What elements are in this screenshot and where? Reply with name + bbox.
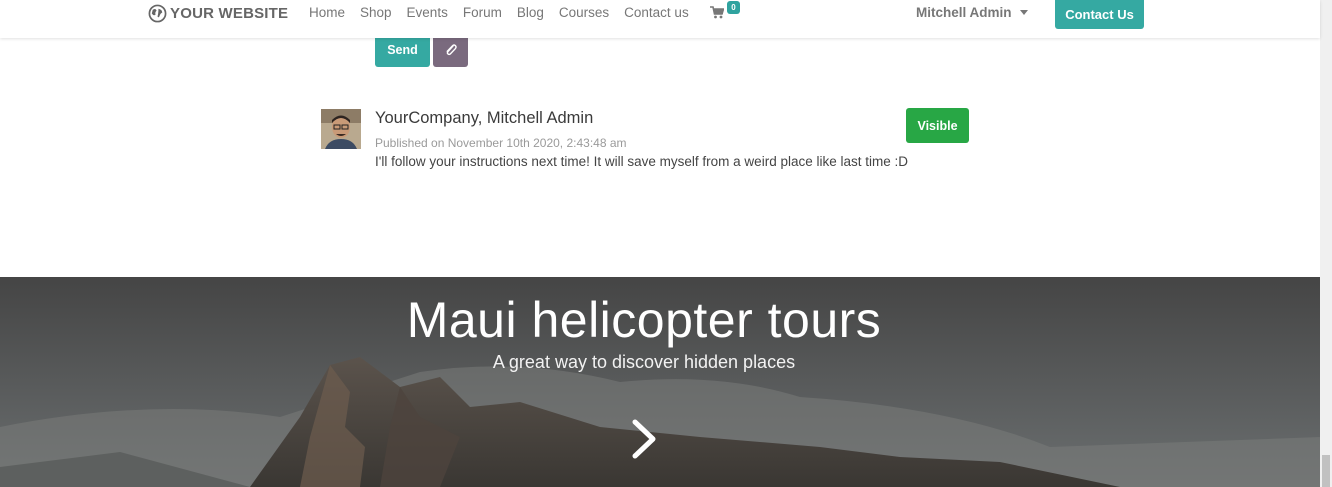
author-avatar [321,109,361,149]
visibility-toggle-button[interactable]: Visible [906,108,969,143]
page: YOUR WEBSITE Home Shop Events Forum Blog… [0,0,1332,487]
brand-logo[interactable]: YOUR WEBSITE [148,3,288,23]
nav-shop[interactable]: Shop [360,4,392,21]
nav-home[interactable]: Home [309,4,345,21]
hero-next-button[interactable] [628,417,660,461]
brand-text: YOUR WEBSITE [170,4,289,22]
nav-courses[interactable]: Courses [559,4,609,21]
message-date: Published on November 10th 2020, 2:43:48… [375,136,627,150]
nav-contact-us[interactable]: Contact us [624,4,689,21]
user-name: Mitchell Admin [916,5,1012,20]
cart-link[interactable]: 0 [710,1,742,23]
user-menu-dropdown[interactable]: Mitchell Admin [916,4,1028,21]
hero-title: Maui helicopter tours [406,292,882,348]
chevron-right-icon [632,419,656,459]
cart-count-badge: 0 [727,1,740,14]
caret-down-icon [1019,10,1028,15]
hero-subtitle: A great way to discover hidden places [492,352,796,372]
page-scrollbar[interactable] [1320,0,1332,487]
hero-banner: Maui helicopter tours A great way to dis… [0,277,1320,487]
message-body: I'll follow your instructions next time!… [375,154,908,169]
contact-us-button[interactable]: Contact Us [1055,0,1144,29]
paperclip-icon [446,43,457,55]
nav-blog[interactable]: Blog [517,4,544,21]
nav-events[interactable]: Events [407,4,448,21]
nav-forum[interactable]: Forum [463,4,502,21]
shopping-cart-icon [710,6,724,19]
top-navbar: YOUR WEBSITE Home Shop Events Forum Blog… [0,0,1320,38]
message-author: YourCompany, Mitchell Admin [375,109,594,127]
globe-icon [148,4,167,22]
main-nav: Home Shop Events Forum Blog Courses Cont… [309,4,704,21]
scrollbar-thumb[interactable] [1322,455,1330,487]
